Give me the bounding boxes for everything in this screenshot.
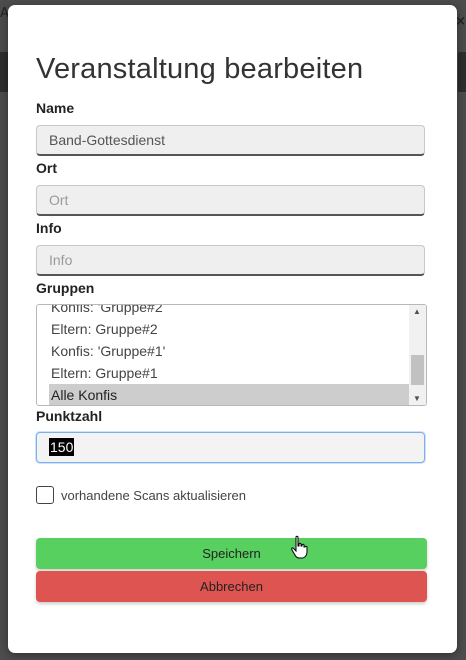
- gruppen-option[interactable]: Eltern: Gruppe#2: [37, 318, 409, 340]
- edit-event-dialog: Veranstaltung bearbeiten Name Band-Gotte…: [8, 5, 457, 653]
- update-scans-checkbox[interactable]: [36, 486, 54, 504]
- gruppen-label: Gruppen: [36, 280, 95, 296]
- gruppen-option[interactable]: Konfis: 'Gruppe#2: [37, 305, 409, 318]
- scroll-up-icon[interactable]: ▲: [413, 307, 421, 316]
- ort-label: Ort: [36, 160, 57, 176]
- info-input[interactable]: Info: [36, 245, 425, 276]
- gruppen-option[interactable]: Eltern: Gruppe#1: [37, 362, 409, 384]
- gruppen-listbox[interactable]: Konfis: 'Gruppe#2 Eltern: Gruppe#2 Konfi…: [36, 304, 427, 406]
- scroll-down-icon[interactable]: ▼: [413, 394, 421, 403]
- cancel-button[interactable]: Abbrechen: [36, 571, 427, 602]
- gruppen-scrollbar[interactable]: ▲ ▼: [409, 305, 426, 405]
- save-button[interactable]: Speichern: [36, 538, 427, 569]
- update-scans-label[interactable]: vorhandene Scans aktualisieren: [61, 488, 246, 503]
- gruppen-option[interactable]: Konfis: 'Gruppe#1': [37, 340, 409, 362]
- scrollbar-thumb[interactable]: [411, 355, 424, 385]
- background-strip-left: [0, 52, 8, 92]
- gruppen-option-selected[interactable]: Alle Konfis: [49, 384, 409, 405]
- punktzahl-input[interactable]: 150: [36, 432, 425, 463]
- punktzahl-label: Punktzahl: [36, 408, 103, 424]
- name-label: Name: [36, 100, 75, 116]
- punktzahl-value: 150: [49, 438, 75, 456]
- background-strip-right: [458, 52, 466, 92]
- dialog-title: Veranstaltung bearbeiten: [36, 53, 364, 85]
- hand-pointer-icon: [291, 535, 308, 559]
- update-scans-row[interactable]: vorhandene Scans aktualisieren: [36, 486, 246, 504]
- ort-input[interactable]: Ort: [36, 185, 425, 216]
- info-label: Info: [36, 220, 62, 236]
- name-input[interactable]: Band-Gottesdienst: [36, 125, 425, 156]
